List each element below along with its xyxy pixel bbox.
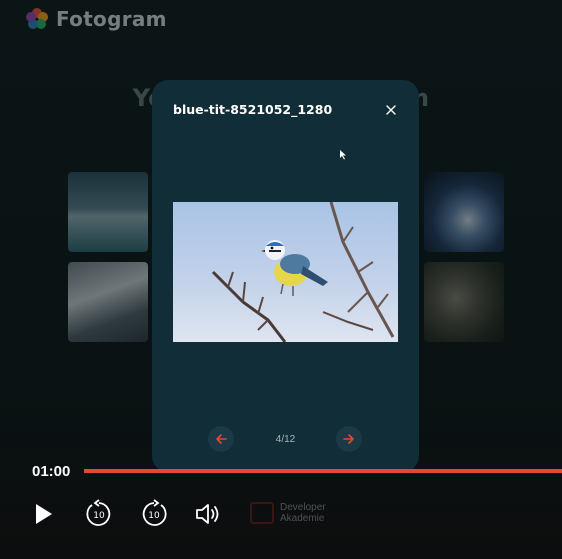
blue-tit-photo bbox=[173, 202, 398, 342]
arrow-right-icon bbox=[343, 434, 354, 444]
next-image-button[interactable] bbox=[336, 426, 362, 452]
image-counter: 4/12 bbox=[275, 434, 296, 445]
svg-text:10: 10 bbox=[148, 511, 160, 521]
close-button[interactable] bbox=[381, 100, 401, 120]
playback-time: 01:00 bbox=[32, 463, 71, 480]
thumbnail-4[interactable] bbox=[424, 262, 504, 342]
thumbnail-2[interactable] bbox=[68, 262, 148, 342]
modal-image bbox=[173, 202, 398, 342]
brand-line-2: Akademie bbox=[280, 513, 325, 524]
progress-fill bbox=[84, 469, 562, 473]
forward-10-icon: 10 bbox=[142, 499, 167, 526]
app-title: Fotogram bbox=[56, 7, 167, 31]
forward-10-button[interactable]: 10 bbox=[138, 498, 170, 530]
rewind-10-icon: 10 bbox=[86, 499, 111, 526]
svg-text:10: 10 bbox=[93, 511, 105, 521]
thumbnail-3[interactable] bbox=[424, 172, 504, 252]
close-icon bbox=[386, 105, 396, 115]
play-button[interactable] bbox=[28, 498, 60, 530]
modal-title: blue-tit-8521052_1280 bbox=[173, 102, 333, 117]
brand-line-1: Developer bbox=[280, 502, 326, 513]
volume-icon bbox=[196, 504, 219, 524]
developer-akademie-icon bbox=[250, 502, 274, 524]
play-icon bbox=[36, 504, 52, 524]
fotogram-logo-icon bbox=[26, 8, 48, 29]
progress-bar[interactable] bbox=[84, 469, 562, 473]
volume-button[interactable] bbox=[193, 498, 225, 530]
app-header: Fotogram bbox=[24, 6, 167, 32]
cursor-icon bbox=[340, 150, 346, 160]
thumbnail-1[interactable] bbox=[68, 172, 148, 252]
image-modal: blue-tit-8521052_1280 4/12 bbox=[152, 80, 419, 472]
rewind-10-button[interactable]: 10 bbox=[83, 498, 115, 530]
developer-akademie-logo: Developer Akademie bbox=[250, 502, 326, 524]
